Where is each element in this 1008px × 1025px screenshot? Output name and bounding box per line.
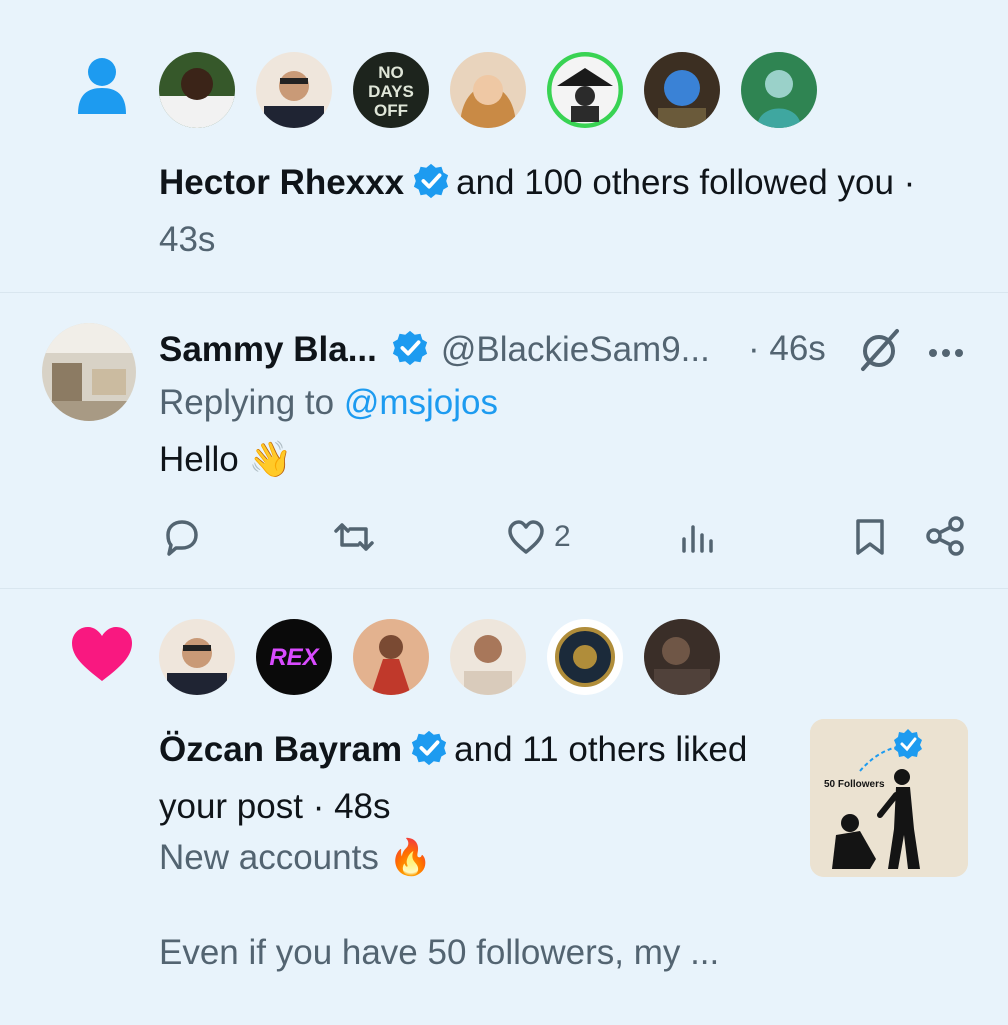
- bookmark-icon: [856, 519, 884, 555]
- avatar[interactable]: [159, 619, 235, 695]
- avatar[interactable]: [159, 52, 235, 128]
- analytics-icon: [682, 525, 713, 553]
- like-text-2: your post · 48s: [159, 787, 391, 826]
- author-avatar[interactable]: [42, 323, 136, 421]
- thumbnail-label: 50 Followers: [824, 779, 885, 790]
- reply-time[interactable]: · 46s: [748, 329, 826, 369]
- follow-description: and 100 others followed you ·: [456, 163, 916, 202]
- avatar[interactable]: [644, 52, 720, 128]
- views-button[interactable]: [680, 517, 716, 557]
- avatar[interactable]: [353, 619, 429, 695]
- reply-text: Hello 👋: [159, 439, 292, 480]
- svg-text:OFF: OFF: [374, 101, 408, 120]
- verified-badge-icon: [391, 329, 429, 367]
- verified-badge-icon: [412, 162, 450, 200]
- replying-to: Replying to @msjojos: [159, 383, 498, 423]
- avatar[interactable]: [644, 619, 720, 695]
- avatar[interactable]: [256, 52, 332, 128]
- follow-time: 43s: [159, 220, 216, 259]
- verified-badge-icon: [410, 729, 448, 767]
- post-thumbnail[interactable]: 50 Followers: [810, 719, 968, 877]
- like-text-1: Özcan Bayram and 11 others liked: [159, 729, 747, 770]
- follow-notification[interactable]: NO DAYS OFF Hector Rhexxx and 100 others …: [0, 0, 1008, 292]
- like-count: 2: [554, 520, 571, 553]
- like-button[interactable]: 2: [506, 517, 571, 557]
- avatar[interactable]: REX: [256, 619, 332, 695]
- avatar[interactable]: [547, 52, 623, 128]
- wave-emoji: 👋: [248, 440, 293, 479]
- svg-text:REX: REX: [269, 644, 320, 671]
- reply-button[interactable]: [162, 517, 202, 557]
- author-name[interactable]: Sammy Bla...: [159, 330, 377, 369]
- like-notification[interactable]: REX Özcan Bayram and 11 others liked your…: [0, 588, 1008, 1025]
- repost-icon: [334, 523, 374, 551]
- follow-text: Hector Rhexxx and 100 others followed you…: [159, 162, 915, 203]
- follower-avatars: NO DAYS OFF: [159, 52, 817, 128]
- post-preview-title: New accounts: [159, 838, 379, 877]
- avatar[interactable]: [450, 619, 526, 695]
- svg-text:NO: NO: [378, 63, 404, 82]
- fire-emoji: 🔥: [388, 838, 433, 877]
- avatar[interactable]: [547, 619, 623, 695]
- person-icon: [76, 56, 128, 121]
- liker-avatars: REX: [159, 619, 720, 695]
- actor-name[interactable]: Özcan Bayram: [159, 730, 402, 769]
- reply-header: Sammy Bla... @BlackieSam9...: [159, 329, 710, 370]
- avatar[interactable]: [741, 52, 817, 128]
- bookmark-button[interactable]: [852, 517, 888, 557]
- share-button[interactable]: [924, 515, 966, 557]
- reply-post[interactable]: Sammy Bla... @BlackieSam9... · 46s Replyi…: [0, 292, 1008, 589]
- avatar[interactable]: [450, 52, 526, 128]
- more-options-icon[interactable]: [928, 345, 964, 363]
- replying-handle[interactable]: @msjojos: [344, 383, 498, 422]
- replying-prefix: Replying to: [159, 383, 335, 422]
- svg-text:DAYS: DAYS: [368, 82, 414, 101]
- like-icon: [508, 520, 544, 554]
- post-preview-line-1: New accounts 🔥: [159, 837, 432, 878]
- author-handle[interactable]: @BlackieSam9...: [441, 330, 710, 369]
- actor-name[interactable]: Hector Rhexxx: [159, 163, 404, 202]
- post-preview-line-2: Even if you have 50 followers, my ...: [159, 933, 720, 972]
- repost-button[interactable]: [332, 517, 376, 557]
- comment-icon: [166, 520, 198, 556]
- reply-body: Hello: [159, 440, 239, 479]
- heart-icon: [70, 625, 134, 688]
- share-icon: [926, 516, 964, 556]
- like-description: and 11 others liked: [454, 730, 748, 769]
- grok-icon[interactable]: [857, 325, 905, 378]
- avatar[interactable]: NO DAYS OFF: [353, 52, 429, 128]
